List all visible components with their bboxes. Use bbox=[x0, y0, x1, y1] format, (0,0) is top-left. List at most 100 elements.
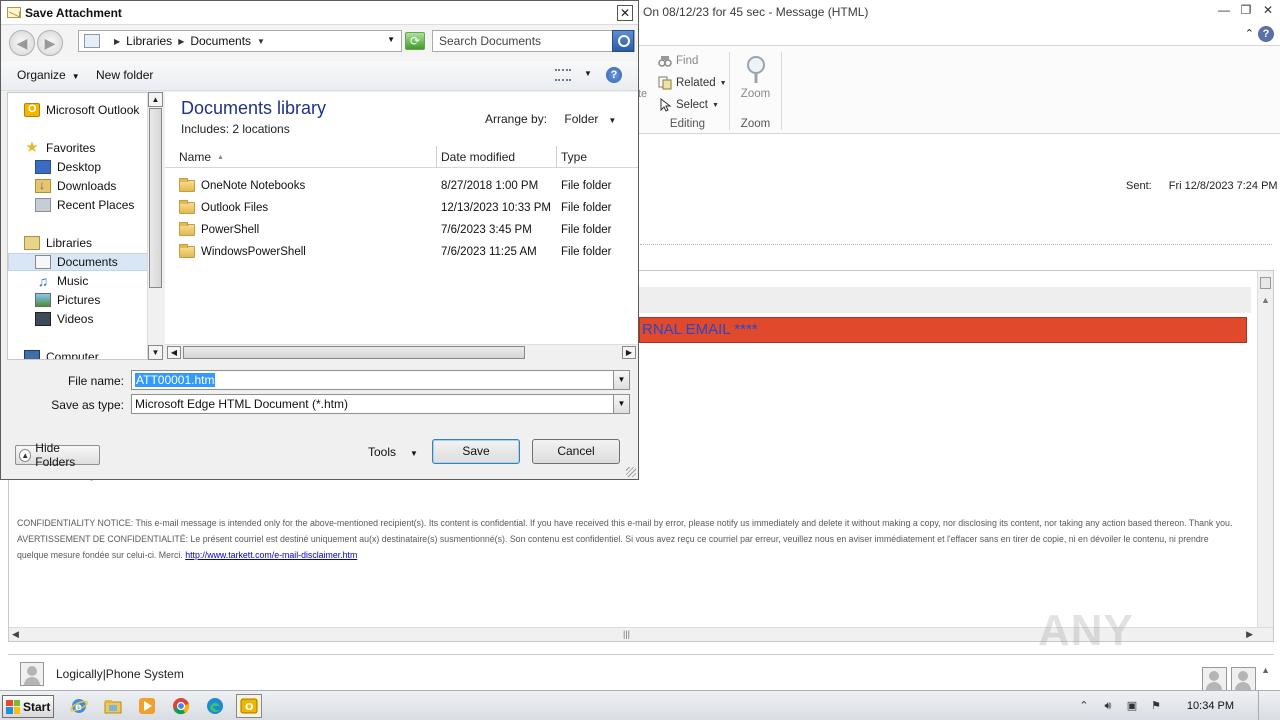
magnifier-icon[interactable] bbox=[742, 54, 770, 84]
nav-item-label: Computer bbox=[46, 350, 99, 360]
nav-item-documents[interactable]: Documents bbox=[8, 253, 148, 271]
tools-label: Tools bbox=[368, 445, 397, 459]
videos-icon bbox=[35, 312, 51, 326]
taskbar-clock[interactable]: 10:34 PM bbox=[1187, 700, 1234, 712]
scroll-left-icon[interactable]: ◀ bbox=[12, 629, 19, 640]
column-header-type[interactable]: Type bbox=[557, 146, 638, 168]
close-icon[interactable]: ✕ bbox=[1260, 2, 1276, 18]
related-button[interactable]: Related ▼ bbox=[658, 76, 727, 90]
organize-button[interactable]: Organize ▼ bbox=[17, 68, 80, 82]
tools-button[interactable]: Tools ▼ bbox=[368, 445, 418, 459]
nav-item-pictures[interactable]: Pictures bbox=[35, 291, 100, 309]
refresh-button[interactable]: ⟳ bbox=[405, 32, 425, 50]
search-icon[interactable] bbox=[612, 30, 634, 52]
back-button[interactable]: ◀ bbox=[9, 30, 35, 56]
help-icon[interactable]: ? bbox=[606, 67, 622, 83]
find-button[interactable]: Find bbox=[658, 54, 698, 68]
navigation-pane-scrollbar[interactable]: ▲ ▼ bbox=[147, 92, 163, 360]
network-icon[interactable]: ▣ bbox=[1125, 699, 1139, 713]
nav-item-computer[interactable]: Computer bbox=[24, 348, 99, 360]
file-explorer-icon[interactable] bbox=[100, 694, 126, 718]
sort-ascending-icon: ▲ bbox=[217, 154, 224, 161]
nav-item-favorites[interactable]: ★ Favorites bbox=[24, 139, 95, 157]
arrange-by-dropdown[interactable]: Folder ▼ bbox=[564, 112, 616, 126]
view-options-dropdown-icon[interactable]: ▼ bbox=[584, 69, 592, 78]
volume-icon[interactable]: 🔊︎ bbox=[1101, 699, 1115, 713]
chevron-down-icon[interactable]: ▼ bbox=[613, 371, 629, 389]
cancel-button[interactable]: Cancel bbox=[532, 439, 620, 464]
dialog-titlebar[interactable]: Save Attachment ✕ bbox=[1, 1, 638, 25]
expand-people-icon[interactable]: ▲ bbox=[1261, 665, 1270, 675]
outlook-icon[interactable]: O bbox=[236, 694, 262, 718]
minimize-icon[interactable]: — bbox=[1216, 2, 1232, 18]
file-name-field[interactable]: ATT00001.htm ▼ bbox=[131, 370, 630, 390]
search-input[interactable]: Search Documents bbox=[432, 30, 635, 52]
start-button[interactable]: Start bbox=[2, 695, 54, 718]
close-button[interactable]: ✕ bbox=[617, 5, 633, 21]
breadcrumb-chevron-icon[interactable]: ▶ bbox=[114, 37, 120, 46]
avatar[interactable] bbox=[1202, 667, 1227, 692]
scroll-right-icon[interactable]: ▶ bbox=[1246, 629, 1253, 640]
restore-icon[interactable]: ❐ bbox=[1238, 2, 1254, 18]
nav-item-microsoft-outlook[interactable]: Microsoft Outlook bbox=[24, 101, 139, 119]
collapse-ribbon-icon[interactable]: ⌃ bbox=[1245, 27, 1254, 40]
avatar[interactable] bbox=[1231, 667, 1256, 692]
scroll-left-icon[interactable]: ◀ bbox=[167, 346, 181, 359]
select-button[interactable]: Select ▼ bbox=[658, 98, 719, 112]
column-header-name[interactable]: Name ▲ bbox=[165, 146, 437, 168]
save-button[interactable]: Save bbox=[432, 439, 520, 464]
breadcrumb-documents[interactable]: Documents bbox=[190, 34, 251, 48]
save-as-type-select[interactable]: Microsoft Edge HTML Document (*.htm) ▼ bbox=[131, 394, 630, 414]
breadcrumb-chevron-icon[interactable]: ▼ bbox=[257, 37, 265, 46]
column-header-date-modified[interactable]: Date modified bbox=[437, 146, 557, 168]
nav-item-libraries[interactable]: Libraries bbox=[24, 234, 92, 252]
show-desktop-button[interactable] bbox=[1258, 691, 1268, 720]
disclaimer-link[interactable]: http://www.tarkett.com/e-mail-disclaimer… bbox=[185, 550, 357, 560]
avatar[interactable] bbox=[20, 662, 44, 686]
address-history-dropdown-icon[interactable]: ▼ bbox=[387, 35, 395, 44]
hide-folders-button[interactable]: ▲ Hide Folders bbox=[15, 441, 100, 469]
scroll-right-icon[interactable]: ▶ bbox=[622, 346, 636, 359]
show-hidden-icons-icon[interactable]: ⌃ bbox=[1077, 699, 1091, 713]
help-icon[interactable]: ? bbox=[1258, 26, 1274, 42]
new-folder-button[interactable]: New folder bbox=[96, 68, 153, 82]
file-name: OneNote Notebooks bbox=[201, 180, 306, 192]
file-row[interactable]: Outlook Files 12/13/2023 10:33 PM File f… bbox=[179, 198, 635, 220]
forward-button[interactable]: ▶ bbox=[37, 30, 63, 56]
scroll-up-icon[interactable]: ▲ bbox=[1261, 295, 1270, 305]
nav-item-music[interactable]: ♫ Music bbox=[35, 272, 89, 290]
scroll-down-icon[interactable]: ▼ bbox=[148, 345, 163, 360]
zoom-button[interactable]: Zoom bbox=[730, 88, 781, 100]
file-row[interactable]: OneNote Notebooks 8/27/2018 1:00 PM File… bbox=[179, 176, 635, 198]
scroll-thumb[interactable] bbox=[1260, 277, 1271, 289]
nav-item-desktop[interactable]: Desktop bbox=[35, 158, 101, 176]
change-view-icon[interactable] bbox=[555, 69, 571, 81]
scroll-thumb[interactable] bbox=[183, 346, 525, 359]
file-type: File folder bbox=[561, 202, 612, 214]
nav-item-videos[interactable]: Videos bbox=[35, 310, 93, 328]
navigation-pane: Microsoft Outlook ★ Favorites Desktop Do… bbox=[7, 92, 162, 360]
media-player-icon[interactable] bbox=[134, 694, 160, 718]
breadcrumb-chevron-icon[interactable]: ▶ bbox=[178, 37, 184, 46]
file-row[interactable]: PowerShell 7/6/2023 3:45 PM File folder bbox=[179, 220, 635, 242]
library-locations[interactable]: Includes: 2 locations bbox=[181, 122, 290, 136]
chevron-down-icon[interactable]: ▼ bbox=[613, 395, 629, 413]
nav-item-recent-places[interactable]: Recent Places bbox=[35, 196, 134, 214]
action-center-flag-icon[interactable]: ⚑ bbox=[1149, 699, 1163, 713]
message-vertical-scrollbar[interactable]: ▲ bbox=[1257, 271, 1273, 627]
scroll-thumb[interactable] bbox=[149, 108, 162, 288]
internet-explorer-icon[interactable]: e bbox=[66, 694, 92, 718]
edge-icon[interactable] bbox=[202, 694, 228, 718]
scroll-up-icon[interactable]: ▲ bbox=[148, 92, 163, 107]
nav-item-label: Videos bbox=[57, 312, 94, 326]
chrome-icon[interactable] bbox=[168, 694, 194, 718]
address-bar[interactable]: ▶ Libraries ▶ Documents ▼ ▼ bbox=[78, 30, 402, 52]
nav-item-downloads[interactable]: Downloads bbox=[35, 177, 116, 195]
file-list-horizontal-scrollbar[interactable]: ◀ ▶ bbox=[165, 344, 638, 360]
people-name[interactable]: Logically|Phone System bbox=[56, 667, 184, 681]
resize-grip-icon[interactable] bbox=[626, 467, 636, 477]
file-name: Outlook Files bbox=[201, 202, 269, 214]
scroll-grip-icon[interactable]: ||| bbox=[623, 629, 630, 639]
file-row[interactable]: WindowsPowerShell 7/6/2023 11:25 AM File… bbox=[179, 242, 635, 264]
breadcrumb-libraries[interactable]: Libraries bbox=[126, 34, 172, 48]
